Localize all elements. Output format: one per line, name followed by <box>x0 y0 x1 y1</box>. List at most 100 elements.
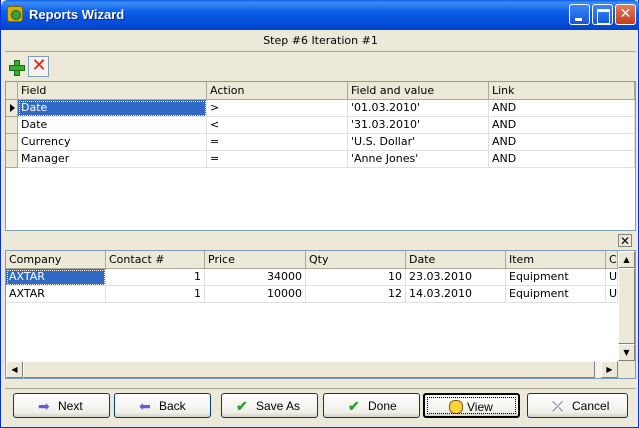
column-header-link[interactable]: Link <box>489 82 635 100</box>
cell-contact[interactable]: 1 <box>106 286 205 303</box>
column-header-price[interactable]: Price <box>205 251 306 269</box>
window-title: Reports Wizard <box>29 7 125 22</box>
wizard-buttons: ➡ Next ⬅ Back ✔ Save As ✔ Done View ⤫ Ca… <box>5 388 636 424</box>
cell-action[interactable]: > <box>207 100 348 117</box>
cell-link[interactable]: AND <box>489 117 635 134</box>
horizontal-scroll-thumb[interactable] <box>23 361 595 378</box>
cell-price[interactable]: 34000 <box>205 269 306 286</box>
back-button-label: Back <box>159 399 186 413</box>
maximize-button[interactable] <box>592 4 613 25</box>
cancel-button-label: Cancel <box>572 399 610 413</box>
cell-value[interactable]: 'Anne Jones' <box>348 151 489 168</box>
row-indicator-header <box>6 82 18 100</box>
results-header: Company Contact # Price Qty Date Item C <box>6 251 618 269</box>
column-header-item[interactable]: Item <box>506 251 606 269</box>
save-as-button[interactable]: ✔ Save As <box>221 393 318 418</box>
check-icon: ✔ <box>348 398 360 414</box>
scroll-right-button[interactable]: ▶ <box>601 361 618 378</box>
cell-price[interactable]: 10000 <box>205 286 306 303</box>
delete-criteria-button[interactable]: ✕ <box>28 56 49 77</box>
close-results-panel-button[interactable]: ✕ <box>618 234 632 247</box>
cell-link[interactable]: AND <box>489 134 635 151</box>
column-header-field[interactable]: Field <box>18 82 207 100</box>
cell-company[interactable]: AXTAR <box>6 286 106 303</box>
cell-item[interactable]: Equipment <box>506 269 606 286</box>
table-row[interactable]: AXTAR 1 34000 10 23.03.2010 Equipment U <box>6 269 618 286</box>
back-button[interactable]: ⬅ Back <box>114 393 211 418</box>
vertical-scroll-thumb[interactable] <box>618 268 635 344</box>
column-header-qty[interactable]: Qty <box>306 251 406 269</box>
cell-item[interactable]: Equipment <box>506 286 606 303</box>
next-button-label: Next <box>58 399 83 413</box>
cell-qty[interactable]: 12 <box>306 286 406 303</box>
add-criteria-button[interactable] <box>5 56 26 77</box>
done-button-label: Done <box>368 399 397 413</box>
cell-field[interactable]: Manager <box>18 151 207 168</box>
close-icon: ✕ <box>619 6 632 22</box>
scroll-up-button[interactable]: ▲ <box>618 251 635 268</box>
cell-contact[interactable]: 1 <box>106 269 205 286</box>
title-bar[interactable]: Reports Wizard ✕ <box>1 0 639 30</box>
row-indicator[interactable] <box>6 151 18 168</box>
column-header-date[interactable]: Date <box>406 251 506 269</box>
cell-c[interactable]: U <box>606 269 618 286</box>
column-header-field-and-value[interactable]: Field and value <box>348 82 489 100</box>
scrollbar-corner <box>618 361 635 378</box>
cell-value[interactable]: '31.03.2010' <box>348 117 489 134</box>
view-button-label: View <box>467 400 493 414</box>
cancel-button[interactable]: ⤫ Cancel <box>527 393 628 418</box>
check-icon: ✔ <box>236 398 248 414</box>
step-label: Step #6 Iteration #1 <box>5 30 636 52</box>
row-indicator[interactable] <box>6 100 18 117</box>
cell-link[interactable]: AND <box>489 100 635 117</box>
cell-field[interactable]: Currency <box>18 134 207 151</box>
cell-company[interactable]: AXTAR <box>6 269 106 286</box>
column-header-c[interactable]: C <box>606 251 618 269</box>
cell-date[interactable]: 23.03.2010 <box>406 269 506 286</box>
criteria-header: Field Action Field and value Link <box>6 82 635 100</box>
arrow-right-icon: ➡ <box>38 398 50 414</box>
app-icon <box>7 6 23 22</box>
close-icon: ✕ <box>619 234 631 248</box>
plus-icon <box>9 60 25 76</box>
close-window-button[interactable]: ✕ <box>615 4 636 25</box>
cell-value[interactable]: '01.03.2010' <box>348 100 489 117</box>
column-header-contact[interactable]: Contact # <box>106 251 205 269</box>
cell-field[interactable]: Date <box>18 117 207 134</box>
scroll-left-button[interactable]: ◀ <box>6 361 23 378</box>
table-row[interactable]: Manager = 'Anne Jones' AND <box>6 151 635 168</box>
cell-date[interactable]: 14.03.2010 <box>406 286 506 303</box>
next-button[interactable]: ➡ Next <box>13 393 110 418</box>
table-row[interactable]: Date > '01.03.2010' AND <box>6 100 635 117</box>
cell-action[interactable]: = <box>207 134 348 151</box>
view-icon <box>449 400 463 414</box>
cell-action[interactable]: = <box>207 151 348 168</box>
horizontal-scrollbar[interactable]: ◀ ▶ <box>6 361 618 378</box>
column-header-company[interactable]: Company <box>6 251 106 269</box>
save-as-button-label: Save As <box>256 399 301 413</box>
cell-link[interactable]: AND <box>489 151 635 168</box>
minimize-button[interactable] <box>569 4 590 25</box>
table-row[interactable]: AXTAR 1 10000 12 14.03.2010 Equipment U <box>6 286 618 303</box>
reports-wizard-window: Reports Wizard ✕ Step #6 Iteration #1 ✕ … <box>0 0 639 428</box>
vertical-scrollbar[interactable]: ▲ ▼ <box>618 251 635 361</box>
column-header-action[interactable]: Action <box>207 82 348 100</box>
cancel-icon: ⤫ <box>552 398 564 414</box>
cell-qty[interactable]: 10 <box>306 269 406 286</box>
cell-field[interactable]: Date <box>18 100 207 117</box>
scroll-down-button[interactable]: ▼ <box>618 344 635 361</box>
current-row-icon <box>10 104 15 112</box>
row-indicator[interactable] <box>6 117 18 134</box>
cross-icon: ✕ <box>31 55 47 76</box>
criteria-grid[interactable]: Field Action Field and value Link Date >… <box>5 81 636 231</box>
row-indicator[interactable] <box>6 134 18 151</box>
done-button[interactable]: ✔ Done <box>323 393 420 418</box>
results-grid[interactable]: Company Contact # Price Qty Date Item C … <box>5 250 636 379</box>
view-button[interactable]: View <box>423 393 520 418</box>
table-row[interactable]: Date < '31.03.2010' AND <box>6 117 635 134</box>
arrow-left-icon: ⬅ <box>139 398 151 414</box>
cell-action[interactable]: < <box>207 117 348 134</box>
cell-c[interactable]: U <box>606 286 618 303</box>
cell-value[interactable]: 'U.S. Dollar' <box>348 134 489 151</box>
table-row[interactable]: Currency = 'U.S. Dollar' AND <box>6 134 635 151</box>
